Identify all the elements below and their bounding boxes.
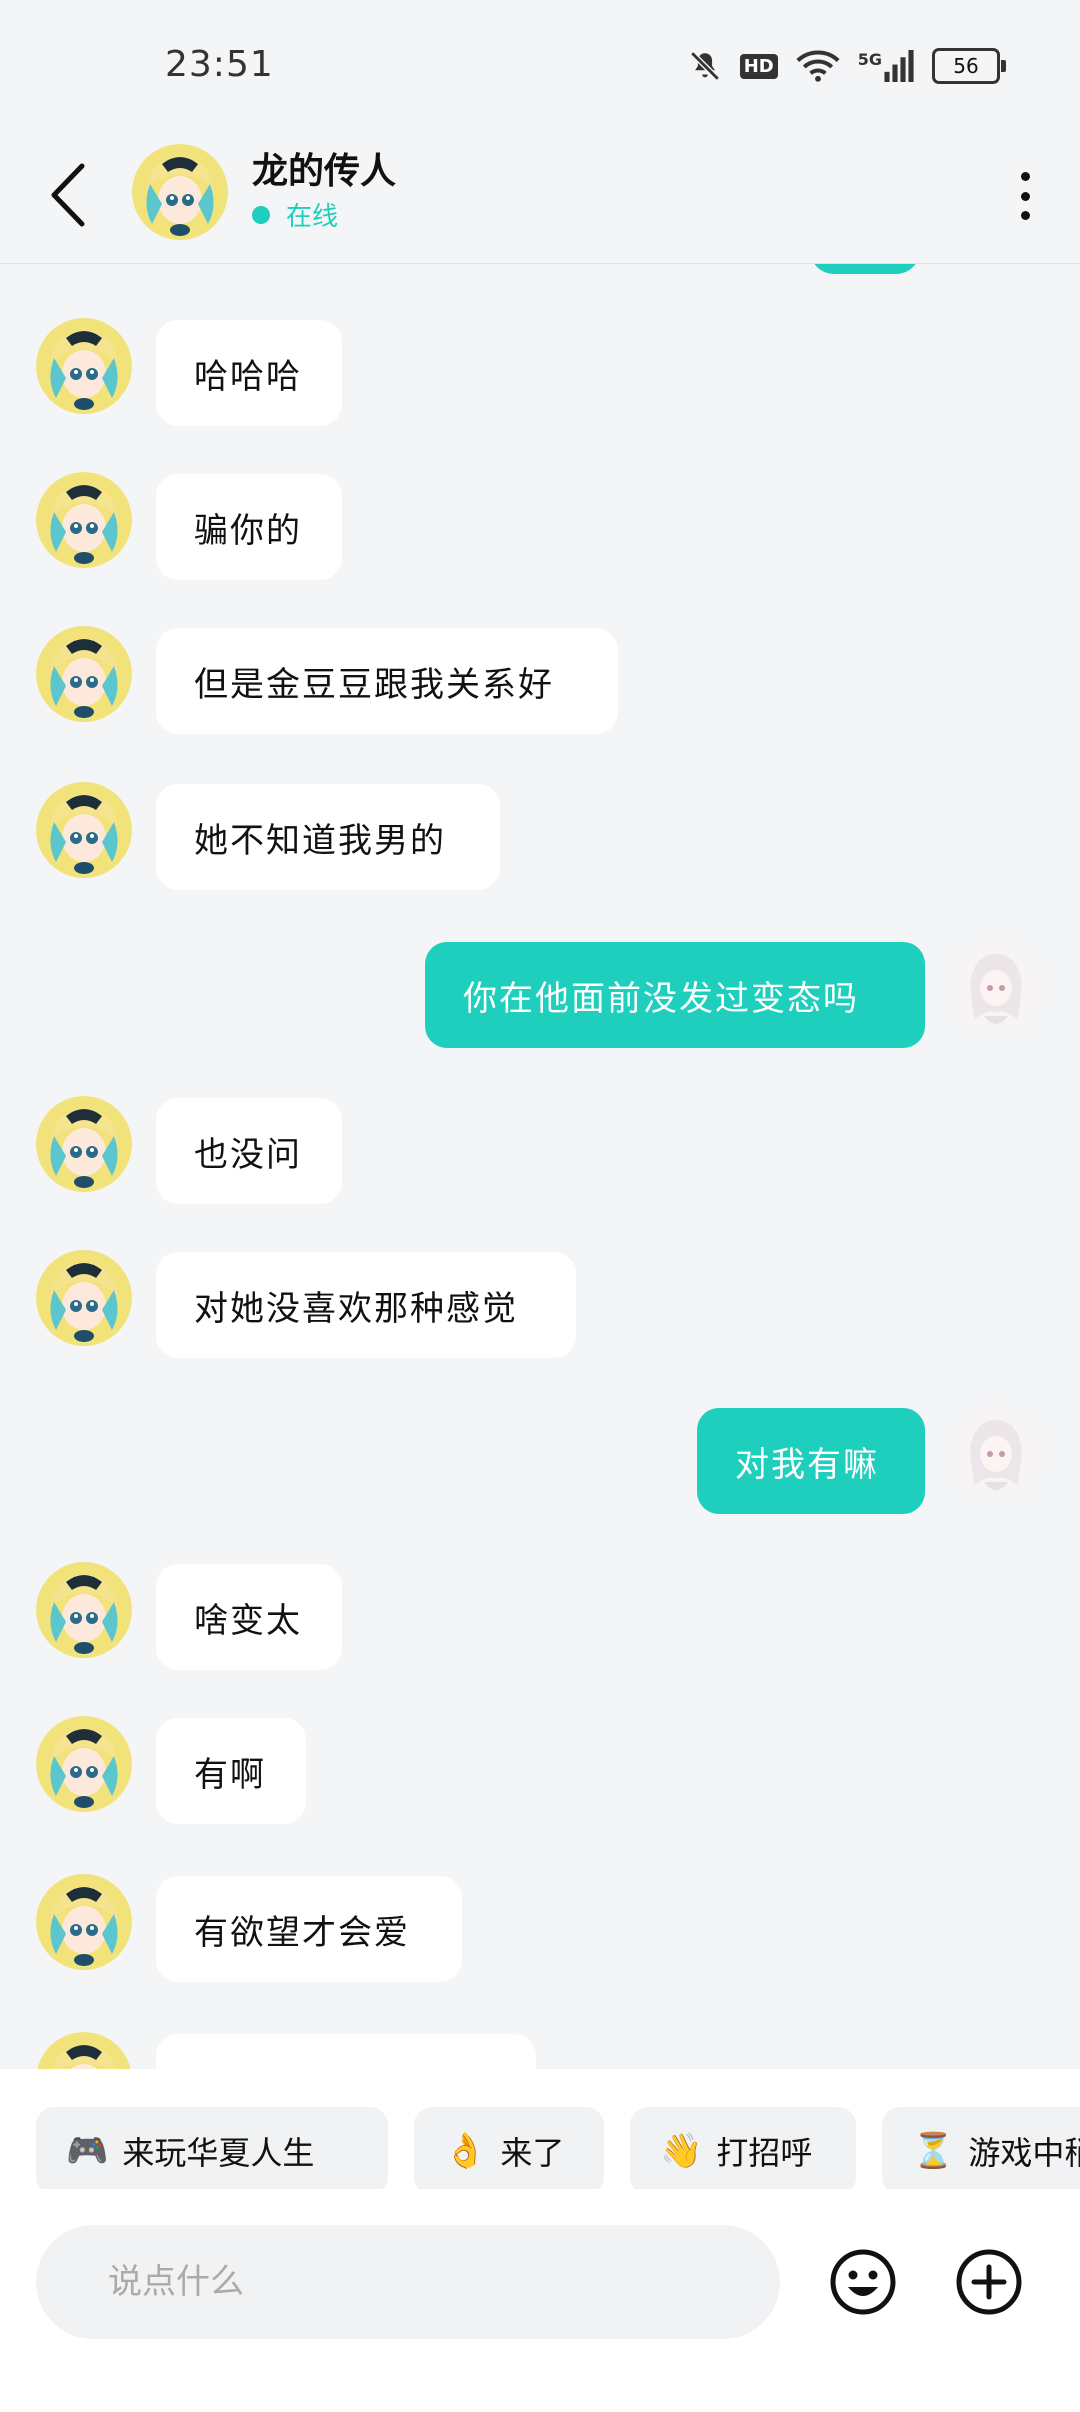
sender-avatar[interactable]: [36, 782, 132, 878]
emoji-icon: [830, 2249, 896, 2315]
back-button[interactable]: [42, 160, 102, 230]
message-bubble[interactable]: 她不知道我男的: [156, 784, 500, 890]
battery-level: 56: [953, 54, 979, 78]
my-avatar[interactable]: [948, 1406, 1044, 1502]
message-bubble[interactable]: 你在他面前没发过变态吗: [425, 942, 925, 1048]
incoming-message: 骗你的: [0, 472, 1080, 582]
waving-hand-icon: 👋: [660, 2131, 703, 2171]
sender-avatar[interactable]: [36, 2032, 132, 2069]
back-arrow-icon: [51, 163, 85, 227]
status-time: 23:51: [165, 44, 274, 85]
contact-name: 龙的传人: [252, 151, 397, 192]
online-status-text: 在线: [286, 202, 339, 232]
message-bubble[interactable]: 但是金豆豆跟我关系好: [156, 628, 618, 734]
ok-hand-icon: 👌: [444, 2131, 487, 2171]
sender-avatar[interactable]: [36, 1096, 132, 1192]
sender-avatar[interactable]: [36, 472, 132, 568]
message-bubble[interactable]: [156, 2034, 536, 2069]
message-list[interactable]: 哈哈哈骗你的但是金豆豆跟我关系好 她不知道我男的你在他面前没发过变态吗 也没问对她没…: [0, 264, 1080, 2069]
quick-reply-chip[interactable]: ⏳ 游戏中稍: [882, 2107, 1080, 2189]
online-dot-icon: [252, 205, 270, 224]
message-bubble[interactable]: 啥变太: [156, 1564, 342, 1670]
more-options-button[interactable]: [1010, 166, 1040, 226]
sender-avatar[interactable]: [36, 318, 132, 414]
chat-header: 龙的传人 在线: [0, 130, 1080, 264]
message-bubble[interactable]: 也没问: [156, 1098, 342, 1204]
gamepad-icon: 🎮: [66, 2131, 109, 2171]
quick-reply-label: 游戏中稍: [968, 2134, 1080, 2172]
input-bar: [0, 2189, 1080, 2412]
signal-icon: 5G: [858, 50, 914, 82]
message-bubble[interactable]: 骗你的: [156, 474, 342, 580]
incoming-message: 有欲望才会爱: [0, 1874, 1080, 1984]
message-bubble[interactable]: 有啊: [156, 1718, 306, 1824]
online-status: 在线: [252, 196, 338, 233]
incoming-message: 啥变太: [0, 1562, 1080, 1672]
add-button[interactable]: [954, 2247, 1024, 2317]
sender-avatar[interactable]: [36, 1562, 132, 1658]
message-bubble[interactable]: 哈哈哈: [156, 320, 342, 426]
quick-reply-label: 来玩华夏人生: [122, 2134, 315, 2172]
more-vertical-icon: [1020, 172, 1030, 181]
quick-reply-bar: 🎮 来玩华夏人生 👌 来了 👋 打招呼 ⏳ 游戏中稍: [0, 2069, 1080, 2189]
sender-avatar[interactable]: [36, 1250, 132, 1346]
hourglass-icon: ⏳: [912, 2131, 955, 2171]
status-bar: 23:51 HD 5G 56: [0, 0, 1080, 130]
partial-message-bubble: [810, 264, 920, 274]
incoming-message: [0, 2032, 1080, 2069]
sender-avatar[interactable]: [36, 1716, 132, 1812]
incoming-message: 对她没喜欢那种感觉: [0, 1250, 1080, 1360]
outgoing-message: 你在他面前没发过变态吗: [0, 940, 1080, 1050]
outgoing-message: 对我有嘛: [0, 1406, 1080, 1516]
quick-reply-label: 打招呼: [716, 2134, 813, 2172]
add-circle-icon: [956, 2249, 1022, 2315]
incoming-message: 她不知道我男的: [0, 782, 1080, 892]
status-icons: HD 5G 56: [688, 44, 1006, 88]
quick-reply-label: 来了: [500, 2134, 565, 2172]
quick-reply-chip[interactable]: 👋 打招呼: [630, 2107, 856, 2189]
message-bubble[interactable]: 对我有嘛: [697, 1408, 925, 1514]
message-input[interactable]: [36, 2225, 780, 2339]
quick-reply-chip[interactable]: 🎮 来玩华夏人生: [36, 2107, 388, 2189]
wifi-icon: [796, 49, 840, 83]
incoming-message: 有啊: [0, 1716, 1080, 1826]
sender-avatar[interactable]: [36, 1874, 132, 1970]
my-avatar[interactable]: [948, 940, 1044, 1036]
incoming-message: 也没问: [0, 1096, 1080, 1206]
hd-icon: HD: [739, 53, 778, 79]
incoming-message: 但是金豆豆跟我关系好: [0, 626, 1080, 736]
message-bubble[interactable]: 有欲望才会爱: [156, 1876, 462, 1982]
contact-avatar[interactable]: [132, 144, 228, 240]
incoming-message: 哈哈哈: [0, 318, 1080, 428]
mute-icon: [688, 49, 722, 83]
battery-icon: 56: [932, 48, 1006, 84]
message-bubble[interactable]: 对她没喜欢那种感觉: [156, 1252, 576, 1358]
quick-reply-chip[interactable]: 👌 来了: [414, 2107, 604, 2189]
emoji-button[interactable]: [828, 2247, 898, 2317]
sender-avatar[interactable]: [36, 626, 132, 722]
